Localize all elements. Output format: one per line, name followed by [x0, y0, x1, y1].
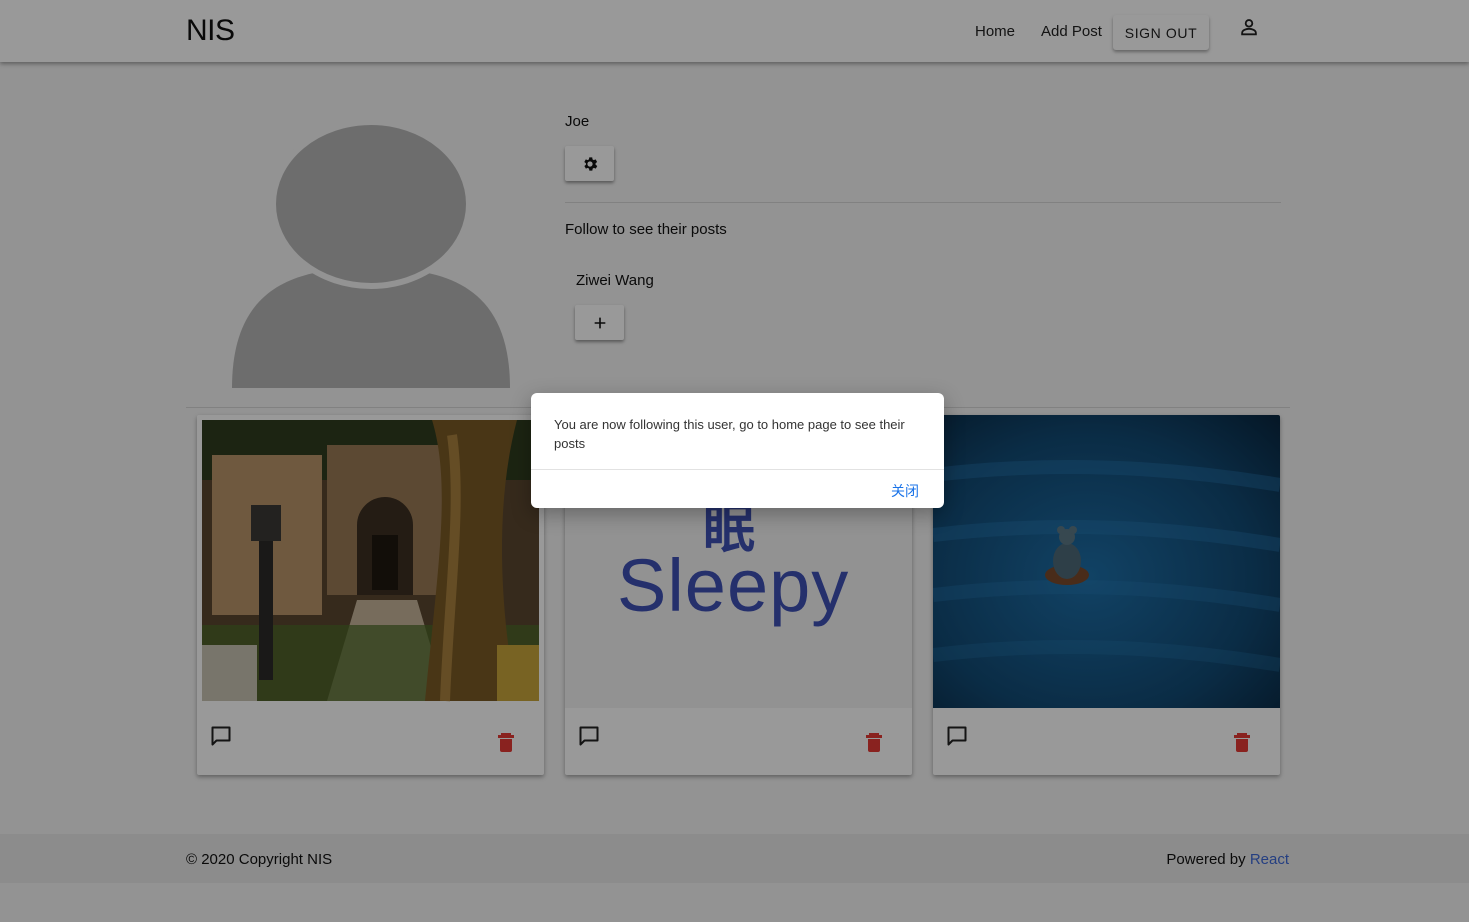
dialog-close-button[interactable]: 关闭: [891, 481, 919, 501]
dialog-divider: [531, 469, 944, 470]
dialog-message: You are now following this user, go to h…: [554, 417, 905, 451]
follow-confirmation-dialog: You are now following this user, go to h…: [531, 393, 944, 508]
